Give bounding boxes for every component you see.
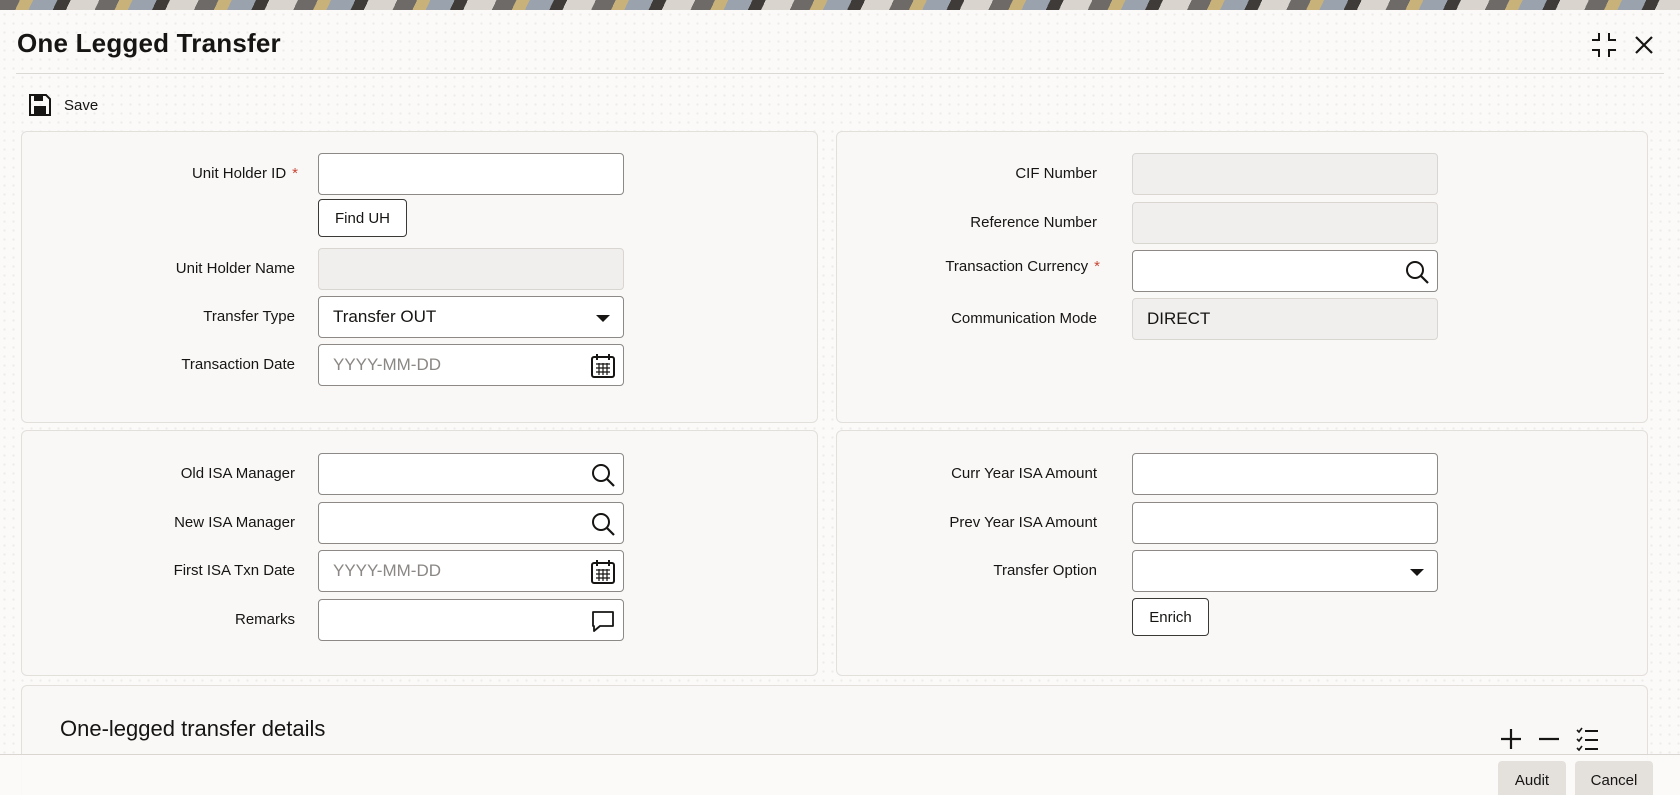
save-button[interactable]: Save bbox=[28, 90, 98, 120]
divider bbox=[16, 73, 1664, 74]
transfer-type-label: Transfer Type bbox=[203, 308, 295, 325]
list-view-icon[interactable] bbox=[1572, 724, 1602, 754]
find-uh-button[interactable]: Find UH bbox=[318, 199, 407, 237]
transaction-currency-label: Transaction Currency * bbox=[945, 258, 1100, 275]
search-icon[interactable] bbox=[589, 461, 617, 489]
one-legged-transfer-window: One Legged Transfer Save Unit Holder ID *… bbox=[0, 10, 1680, 795]
transaction-currency-input[interactable] bbox=[1132, 250, 1438, 292]
unit-holder-name-field bbox=[318, 248, 624, 290]
remove-row-icon[interactable] bbox=[1534, 724, 1564, 754]
close-icon[interactable] bbox=[1629, 30, 1659, 60]
collapse-icon[interactable] bbox=[1589, 30, 1619, 60]
prev-year-isa-amount-input[interactable] bbox=[1132, 502, 1438, 544]
search-icon[interactable] bbox=[1403, 258, 1431, 286]
transaction-date-label: Transaction Date bbox=[181, 356, 295, 373]
communication-mode-field: DIRECT bbox=[1132, 298, 1438, 340]
new-isa-manager-input[interactable] bbox=[318, 502, 624, 544]
page-title: One Legged Transfer bbox=[17, 28, 281, 58]
transfer-type-select[interactable]: Transfer OUT bbox=[318, 296, 624, 338]
cif-number-field bbox=[1132, 153, 1438, 195]
isa-manager-panel: Old ISA Manager New ISA Manager First IS… bbox=[21, 430, 818, 676]
first-isa-txn-date-input[interactable]: YYYY-MM-DD bbox=[318, 550, 624, 592]
save-label: Save bbox=[64, 96, 99, 114]
comment-icon[interactable] bbox=[589, 607, 617, 635]
old-isa-manager-input[interactable] bbox=[318, 453, 624, 495]
new-isa-manager-label: New ISA Manager bbox=[174, 514, 295, 531]
curr-year-isa-amount-input[interactable] bbox=[1132, 453, 1438, 495]
curr-year-isa-amount-label: Curr Year ISA Amount bbox=[951, 465, 1097, 482]
cif-number-label: CIF Number bbox=[1015, 165, 1097, 182]
prev-year-isa-amount-label: Prev Year ISA Amount bbox=[949, 514, 1097, 531]
communication-mode-label: Communication Mode bbox=[951, 310, 1097, 327]
header-banner bbox=[0, 0, 1680, 10]
cancel-button[interactable]: Cancel bbox=[1575, 761, 1653, 795]
transaction-date-input[interactable]: YYYY-MM-DD bbox=[318, 344, 624, 386]
transfer-option-label: Transfer Option bbox=[993, 562, 1097, 579]
calendar-icon[interactable] bbox=[589, 352, 617, 380]
unit-holder-id-label: Unit Holder ID * bbox=[191, 165, 298, 182]
chevron-down-icon bbox=[596, 315, 610, 322]
transaction-info-panel: CIF Number Reference Number Transaction … bbox=[836, 131, 1648, 423]
unit-holder-id-input[interactable] bbox=[318, 153, 624, 195]
required-marker: * bbox=[1094, 258, 1100, 275]
audit-button[interactable]: Audit bbox=[1498, 761, 1566, 795]
reference-number-label: Reference Number bbox=[970, 214, 1097, 231]
unit-holder-name-label: Unit Holder Name bbox=[175, 260, 295, 277]
save-icon bbox=[29, 94, 51, 116]
section-title: One-legged transfer details bbox=[60, 716, 326, 741]
footer-bar: Audit Cancel bbox=[0, 754, 1680, 795]
remarks-label: Remarks bbox=[234, 611, 295, 628]
title-bar: One Legged Transfer bbox=[0, 10, 1680, 74]
transfer-option-select[interactable] bbox=[1132, 550, 1438, 592]
reference-number-field bbox=[1132, 202, 1438, 244]
enrich-button[interactable]: Enrich bbox=[1132, 598, 1209, 636]
first-isa-txn-date-label: First ISA Txn Date bbox=[173, 562, 295, 579]
remarks-input[interactable] bbox=[318, 599, 624, 641]
calendar-icon[interactable] bbox=[589, 558, 617, 586]
old-isa-manager-label: Old ISA Manager bbox=[180, 465, 295, 482]
chevron-down-icon bbox=[1410, 569, 1424, 576]
search-icon[interactable] bbox=[589, 510, 617, 538]
unit-holder-panel: Unit Holder ID * Find UH Unit Holder Name… bbox=[21, 131, 818, 423]
isa-amount-panel: Curr Year ISA Amount Prev Year ISA Amoun… bbox=[836, 430, 1648, 676]
required-marker: * bbox=[292, 165, 298, 182]
add-row-icon[interactable] bbox=[1496, 724, 1526, 754]
